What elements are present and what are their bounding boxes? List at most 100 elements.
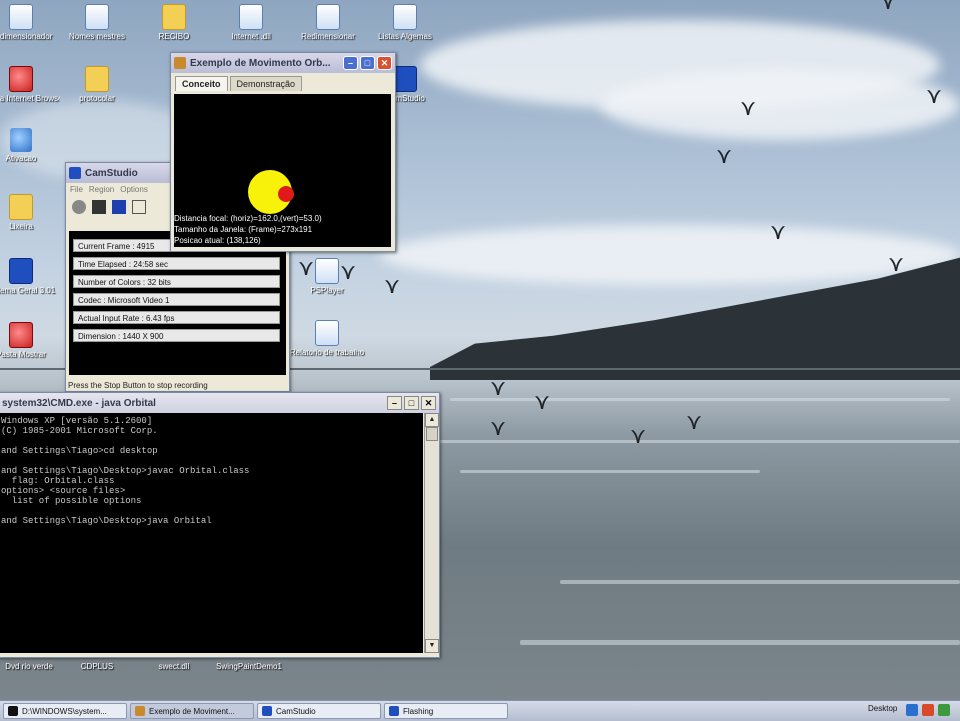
desktop-icon-label: PSPlayer (310, 286, 344, 295)
cloud (600, 70, 960, 140)
stat-input-rate: Actual Input Rate : 6.43 fps (73, 311, 280, 324)
settings-icon[interactable] (132, 200, 146, 214)
desktop-icon[interactable]: protocolar (58, 66, 136, 104)
browser-icon (9, 66, 33, 92)
desktop-icon[interactable]: Ativacao (0, 128, 60, 164)
close-button[interactable]: ✕ (421, 396, 436, 410)
desktop-icon[interactable]: SwingPaintDemo1 (210, 660, 288, 672)
desktop-icon-label: Listas Algemas (378, 32, 432, 41)
tab-demonstracao[interactable]: Demonstração (229, 76, 303, 91)
scroll-thumb[interactable] (426, 427, 438, 441)
stop-button[interactable] (112, 200, 126, 214)
window-title: Exemplo de Movimento Orb... (190, 57, 331, 69)
task-label: Flashing (403, 706, 434, 716)
desktop-icon[interactable]: Pasta Mostrar (0, 322, 60, 360)
tab-strip: Conceito Demonstração (171, 73, 395, 91)
desktop-icon-label: Lixeira (9, 222, 33, 231)
desktop-icon[interactable]: PSPlayer (288, 258, 366, 296)
info-current-position: Posicao atual: (138,126) (174, 236, 261, 245)
desktop-icon[interactable]: Opera Internet Browser (0, 66, 60, 104)
tray-network-icon[interactable] (906, 704, 918, 716)
console-output[interactable]: Windows XP [versão 5.1.2600] (C) 1985-20… (0, 413, 423, 653)
desktop-icon[interactable]: Dvd rio verde (0, 660, 68, 672)
menu-options[interactable]: Options (120, 185, 148, 194)
pause-button[interactable] (92, 200, 106, 214)
tab-conceito[interactable]: Conceito (175, 76, 228, 91)
stat-codec: Codec : Microsoft Video 1 (73, 293, 280, 306)
task-camstudio[interactable]: CamStudio (257, 703, 381, 719)
desktop-icon-label: CDPLUS (80, 662, 114, 671)
desktop-icon[interactable]: RECIBO (135, 4, 213, 42)
record-button[interactable] (72, 200, 86, 214)
minimize-button[interactable]: – (387, 396, 402, 410)
desktop-icon[interactable]: Lixeira (0, 194, 60, 232)
stat-colors: Number of Colors : 32 bits (73, 275, 280, 288)
close-button[interactable]: ✕ (377, 56, 392, 70)
menu-region[interactable]: Region (89, 185, 114, 194)
document-icon (315, 320, 339, 346)
desktop-icon-label: SwingPaintDemo1 (216, 662, 282, 671)
console-line: (C) 1985-2001 Microsoft Corp. (1, 426, 158, 436)
camstudio-app-icon (69, 167, 81, 179)
console-line: Windows XP [versão 5.1.2600] (1, 416, 153, 426)
bird: ⋎ (740, 96, 757, 121)
maximize-button[interactable]: □ (404, 396, 419, 410)
desktop-icon[interactable]: Nomes mestres (58, 4, 136, 42)
status-bar: Press the Stop Button to stop recording (68, 381, 208, 390)
wave (460, 470, 760, 473)
desktop-icon[interactable]: Redimensionador (0, 4, 60, 42)
recording-stats-panel: Current Frame : 4915 Time Elapsed : 24:5… (69, 231, 286, 375)
desktop-icon[interactable]: Redimensionar (289, 4, 367, 42)
camstudio-app-icon (262, 706, 272, 716)
desktop-toolbar-label[interactable]: Desktop (868, 704, 897, 713)
desktop-icon-label: Redimensionar (301, 32, 355, 41)
orbital-titlebar[interactable]: Exemplo de Movimento Orb... – □ ✕ (171, 53, 395, 73)
scroll-up-icon[interactable]: ▲ (425, 413, 439, 427)
console-titlebar[interactable]: system32\CMD.exe - java Orbital – □ ✕ (0, 393, 439, 413)
wave (440, 440, 960, 443)
window-title: system32\CMD.exe - java Orbital (2, 397, 156, 409)
scroll-down-icon[interactable]: ▼ (425, 639, 439, 653)
taskbar: D:\WINDOWS\system... Exemplo de Moviment… (0, 700, 960, 721)
bird: ⋎ (534, 390, 551, 415)
desktop-icon[interactable]: swect.dll (135, 660, 213, 672)
java-app-icon (174, 57, 186, 69)
desktop-icon[interactable]: Listas Algemas (366, 4, 444, 42)
tray-record-icon[interactable] (922, 704, 934, 716)
task-orbital[interactable]: Exemplo de Moviment... (130, 703, 254, 719)
bird: ⋎ (384, 274, 401, 299)
console-line: flag: Orbital.class (1, 476, 115, 486)
desktop-icon[interactable]: Sistema Geral 3.01 (0, 258, 60, 296)
menu-file[interactable]: File (70, 185, 83, 194)
tray-volume-icon[interactable] (938, 704, 950, 716)
desktop-icon-label: Relatorio de trabalho (289, 348, 365, 357)
desktop-icon[interactable]: Internet .dll (212, 4, 290, 42)
maximize-button[interactable]: □ (360, 56, 375, 70)
task-flashing[interactable]: Flashing (384, 703, 508, 719)
app-icon (9, 258, 33, 284)
console-line: and Settings\Tiago\Desktop>java Orbital (1, 516, 212, 526)
desktop-icon[interactable]: CDPLUS (58, 660, 136, 672)
flashing-app-icon (389, 706, 399, 716)
orbital-window[interactable]: Exemplo de Movimento Orb... – □ ✕ Concei… (170, 52, 396, 252)
console-icon (8, 706, 18, 716)
console-line: list of possible options (1, 496, 142, 506)
desktop-icon-label: Nomes mestres (68, 32, 125, 41)
console-window[interactable]: system32\CMD.exe - java Orbital – □ ✕ Wi… (0, 392, 440, 658)
minimize-button[interactable]: – (343, 56, 358, 70)
console-scrollbar[interactable]: ▲ ▼ (424, 413, 439, 653)
bird: ⋎ (888, 252, 905, 277)
stat-dimension: Dimension : 1440 X 900 (73, 329, 280, 342)
animation-canvas[interactable]: Distancia focal: (horiz)=162.0,(vert)=53… (174, 94, 391, 247)
bird: ⋎ (926, 84, 943, 109)
desktop-icon-label: protocolar (79, 94, 115, 103)
bird: ⋎ (686, 410, 703, 435)
bird: ⋎ (630, 424, 647, 449)
desktop-icon-label: Ativacao (5, 154, 37, 163)
desktop-icon[interactable]: Relatorio de trabalho (288, 320, 366, 358)
task-cmd[interactable]: D:\WINDOWS\system... (3, 703, 127, 719)
console-line: and Settings\Tiago\Desktop>javac Orbital… (1, 466, 250, 476)
folder-icon (9, 194, 33, 220)
console-line: options> <source files> (1, 486, 126, 496)
